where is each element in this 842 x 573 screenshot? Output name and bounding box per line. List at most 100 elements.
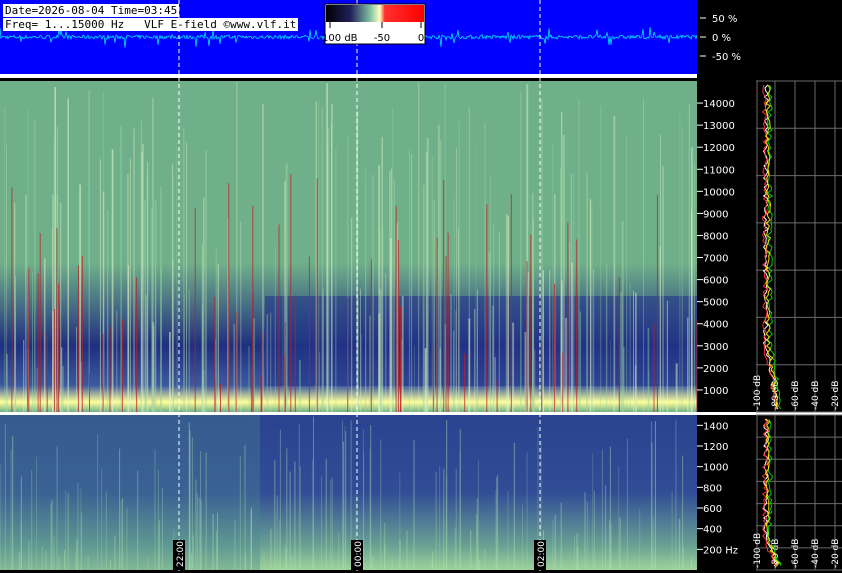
sferic-streak (51, 499, 53, 570)
frequency-tick-label: 200 Hz (703, 545, 738, 556)
intense-spike (486, 204, 488, 412)
profile-main-db-label: -60 dB (791, 381, 801, 410)
sferic-streak (147, 557, 149, 570)
sferic-streak (439, 466, 441, 570)
sferic-streak (526, 451, 528, 570)
sferic-streak (99, 159, 101, 412)
frequency-tick-label: 600 (703, 504, 722, 515)
sferic-streak (105, 491, 107, 570)
sferic-streak (120, 125, 122, 412)
sferic-streak (270, 312, 272, 412)
sferic-streak (186, 142, 187, 412)
sferic-streak (563, 134, 565, 412)
sferic-streak (422, 184, 425, 412)
sferic-streak (41, 546, 43, 570)
sferic-streak (654, 421, 656, 570)
sferic-streak (122, 498, 124, 570)
profile-low-db-label: -20 dB (831, 539, 841, 568)
sferic-streak (151, 206, 153, 412)
sferic-streak (418, 82, 420, 413)
sferic-streak (458, 121, 460, 412)
sferic-streak (88, 90, 90, 412)
frequency-tick-label: 400 (703, 525, 722, 536)
sferic-streak (188, 288, 190, 412)
frequency-tick-label: 4000 (703, 320, 728, 331)
sferic-streak (484, 548, 486, 570)
sferic-streak (391, 559, 393, 570)
sferic-streak (552, 520, 554, 570)
intense-spike (316, 178, 318, 412)
profile-main-db-label: -40 dB (811, 381, 821, 410)
sferic-streak (534, 349, 536, 412)
sferic-streak (609, 520, 611, 570)
sferic-streak (495, 490, 497, 570)
sferic-streak (365, 165, 366, 412)
sferic-streak (666, 300, 668, 412)
sferic-streak (522, 505, 523, 570)
profile-main-db-label: -100 dB (753, 375, 763, 410)
frequency-tick-label: 14000 (703, 99, 735, 110)
sferic-streak (205, 452, 207, 570)
colorbar-label: 0 (418, 33, 424, 44)
sferic-streak (629, 283, 631, 412)
frequency-tick-label: 800 (703, 483, 722, 494)
intense-spike (58, 283, 60, 412)
time-marker-label: 02:00 (537, 541, 547, 567)
waveform-tick-label: 0 % (712, 33, 731, 44)
frequency-tick-label: 2000 (703, 364, 728, 375)
sferic-streak (687, 317, 689, 412)
sferic-streak (6, 353, 8, 412)
sferic-streak (64, 550, 66, 570)
intense-spike (530, 235, 532, 412)
sferic-streak (626, 134, 628, 413)
sferic-streak (360, 334, 362, 412)
sferic-streak (87, 555, 89, 570)
vlf-spectrogram-screen: 50 % 0 % -50 % 22:00 00:00 02:00 1000 2000 3000 4… (0, 0, 842, 573)
intense-spike (214, 297, 216, 412)
sferic-streak (569, 242, 570, 412)
sferic-streak (552, 142, 554, 412)
frequency-source-label: Freq= 1...15000 Hz VLF E-field ©www.vlf.… (3, 18, 299, 31)
sferic-streak (605, 485, 607, 570)
sferic-streak (679, 113, 681, 412)
intense-spike (89, 373, 90, 412)
sferic-streak (147, 161, 149, 412)
intense-spike (109, 326, 111, 412)
sferic-streak (25, 195, 27, 412)
intense-spike (496, 378, 498, 412)
frequency-tick-label: 5000 (703, 298, 728, 309)
waveform-tick-label: 50 % (712, 14, 737, 25)
sferic-streak (648, 370, 650, 412)
sferic-streak (101, 468, 103, 570)
sferic-streak (554, 514, 556, 570)
sferic-streak (284, 544, 286, 570)
intense-spike (567, 222, 569, 412)
sferic-streak (691, 557, 692, 570)
sferic-streak (248, 346, 250, 412)
sferic-streak (382, 225, 384, 412)
sferic-streak (578, 99, 580, 413)
sferic-streak (639, 508, 641, 570)
sferic-streak (171, 163, 173, 412)
sferic-streak (380, 439, 382, 570)
sferic-streak (601, 449, 603, 570)
intense-spike (194, 207, 196, 412)
sferic-streak (327, 128, 330, 412)
sferic-streak (659, 246, 661, 412)
sferic-streak (605, 264, 608, 412)
sferic-streak (195, 479, 197, 570)
sferic-streak (23, 340, 25, 412)
sferic-streak (192, 535, 194, 570)
sferic-streak (60, 202, 62, 412)
sferic-streak (67, 98, 69, 413)
sferic-streak (190, 553, 192, 570)
time-marker-label: 00:00 (354, 541, 364, 567)
sferic-streak (169, 331, 171, 412)
sferic-streak (490, 174, 492, 412)
sferic-streak (282, 237, 284, 412)
sferic-streak (114, 535, 116, 570)
sferic-streak (240, 221, 242, 412)
sferic-streak (75, 553, 77, 570)
sferic-streak (507, 490, 509, 570)
sferic-streak (188, 422, 190, 570)
